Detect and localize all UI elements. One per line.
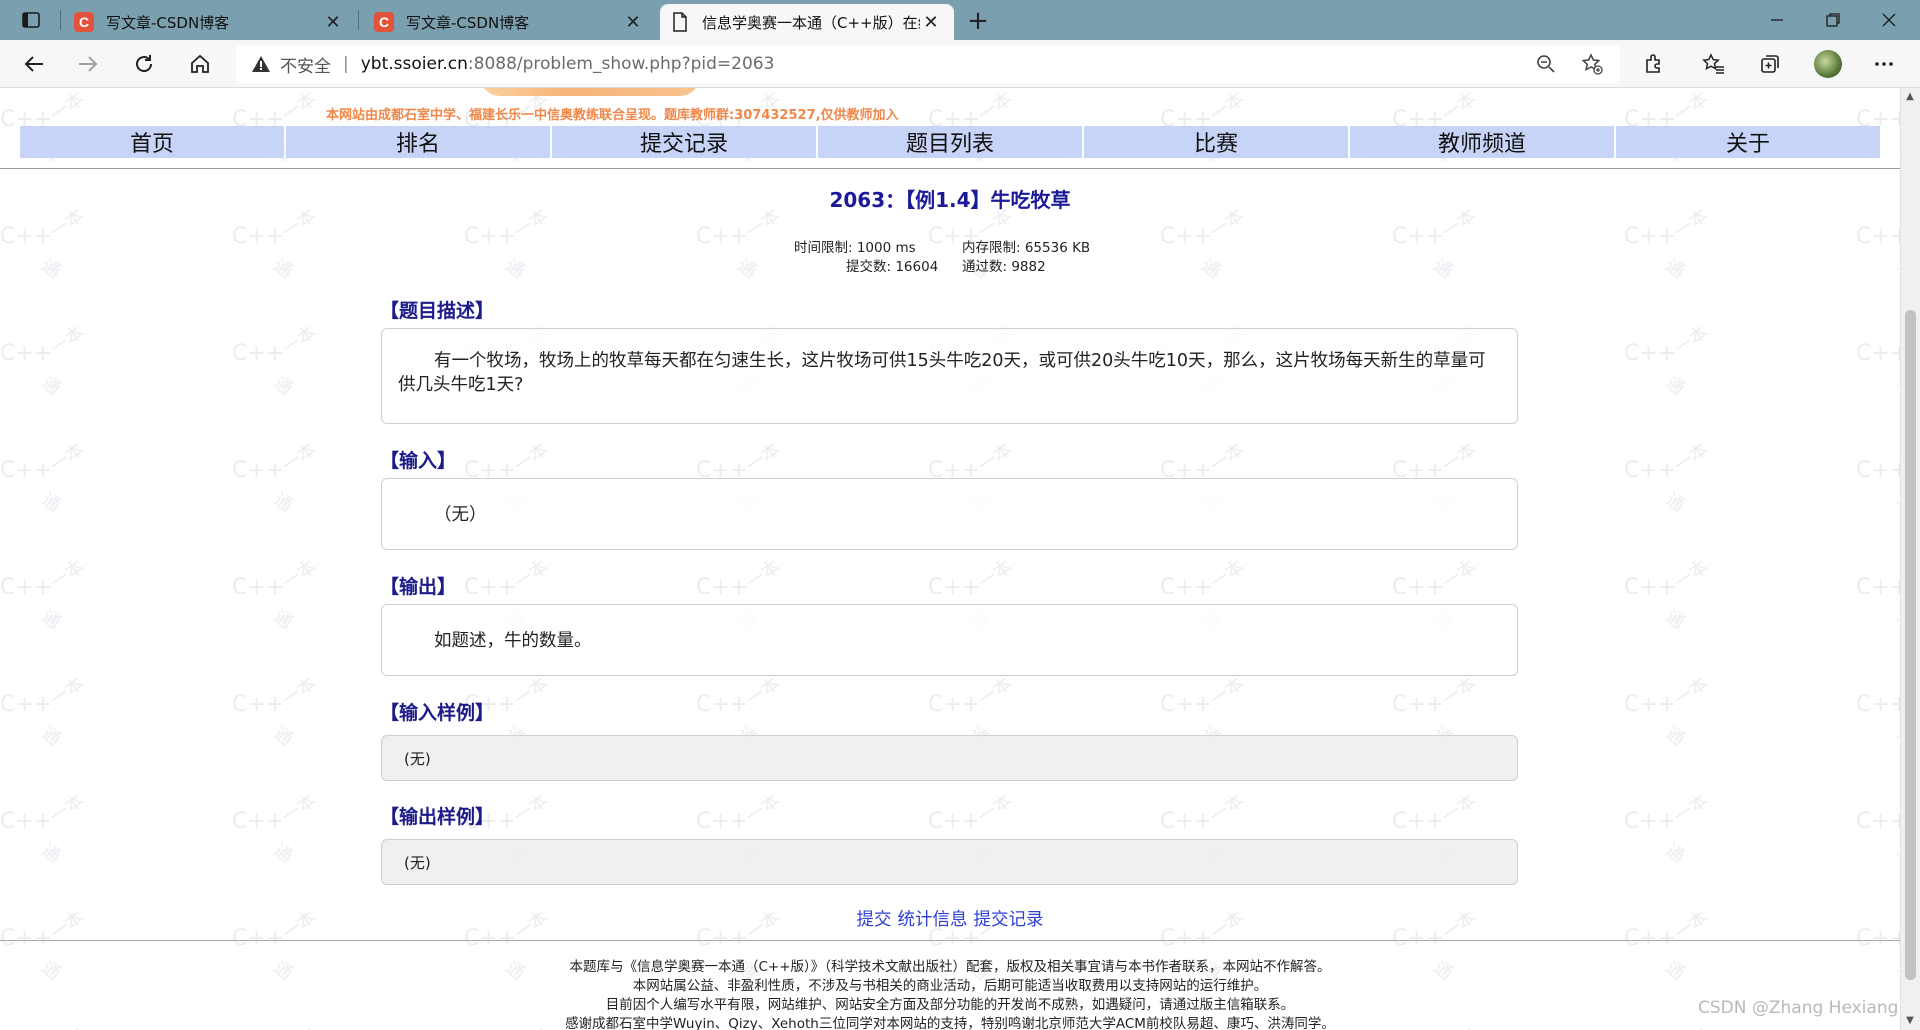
footer-line: 感谢成都石室中学Wuyin、Qizy、Xehoth三位同学对本网站的支持，特别鸣… <box>565 1016 1335 1030</box>
problem-links: 提交 统计信息 提交记录 <box>0 906 1900 931</box>
csdn-watermark-pattern: C++ 一本 通 <box>0 88 1900 1030</box>
sample-output-box[interactable]: (无) <box>381 839 1518 885</box>
input-box: （无） <box>381 478 1518 550</box>
home-icon[interactable] <box>182 46 218 82</box>
sample-output-text: (无) <box>404 853 431 872</box>
description-box: 有一个牧场，牧场上的牧草每天都在匀速生长，这片牧场可供15头牛吃20天，或可供2… <box>381 328 1518 424</box>
menu-item-home[interactable]: 首页 <box>20 126 284 158</box>
footer-divider <box>0 940 1900 941</box>
output-box: 如题述，牛的数量。 <box>381 604 1518 676</box>
extensions-icon[interactable] <box>1634 46 1674 82</box>
menu-item-problems[interactable]: 题目列表 <box>818 126 1082 158</box>
collections-icon[interactable] <box>1750 46 1790 82</box>
more-icon[interactable] <box>1864 46 1904 82</box>
favorites-icon[interactable] <box>1694 46 1734 82</box>
description-text: 有一个牧场，牧场上的牧草每天都在匀速生长，这片牧场可供15头牛吃20天，或可供2… <box>398 351 1486 395</box>
menu-divider <box>0 168 1900 169</box>
time-limit: 时间限制: 1000 ms <box>794 240 916 256</box>
tab-separator <box>358 10 359 30</box>
tab-csdn-1[interactable]: C 写文章-CSDN博客 ✕ <box>62 4 356 40</box>
tab-title: 信息学奥赛一本通（C++版）在线 <box>702 13 920 32</box>
warning-icon <box>252 56 270 72</box>
csdn-icon: C <box>374 12 394 32</box>
add-favorite-icon[interactable] <box>1574 45 1610 83</box>
records-link[interactable]: 提交记录 <box>974 910 1044 930</box>
security-label[interactable]: 不安全 <box>280 52 331 77</box>
menu-item-about[interactable]: 关于 <box>1616 126 1880 158</box>
menu-item-ranking[interactable]: 排名 <box>286 126 550 158</box>
close-icon[interactable]: ✕ <box>622 12 644 33</box>
plus-icon[interactable]: + <box>962 6 994 36</box>
sample-input-box[interactable]: (无) <box>381 735 1518 781</box>
menu-item-contests[interactable]: 比赛 <box>1084 126 1348 158</box>
footer-line: 本题库与《信息学奥赛一本通（C++版）》（科学技术文献出版社）配套，版权及相关事… <box>569 959 1331 975</box>
sample-output-heading: 【输出样例】 <box>380 806 495 828</box>
url-path[interactable]: :8088/problem_show.php?pid=2063 <box>468 54 775 74</box>
submission-count: 提交数: 16604 <box>846 259 939 275</box>
close-icon[interactable]: ✕ <box>322 12 344 33</box>
tab-title: 写文章-CSDN博客 <box>106 13 230 32</box>
page-viewport: C++ 一本 通 本网站由成都石室中学、福建长乐一中信奥教练联合呈现。题库教师群… <box>0 88 1900 1030</box>
csdn-author-watermark: CSDN @Zhang Hexiang <box>1698 998 1899 1018</box>
menu-item-teachers[interactable]: 教师频道 <box>1350 126 1614 158</box>
window-close-icon[interactable] <box>1862 0 1916 40</box>
sample-input-heading: 【输入样例】 <box>380 702 495 724</box>
footer-line: 目前因个人编写水平有限，网站维护、网站安全方面及部分功能的开发尚不成熟，如遇疑问… <box>605 997 1295 1013</box>
tab-strip: C 写文章-CSDN博客 ✕ C 写文章-CSDN博客 ✕ 信息学奥赛一本通（C… <box>0 0 1920 40</box>
menu-item-submissions[interactable]: 提交记录 <box>552 126 816 158</box>
memory-limit: 内存限制: 65536 KB <box>962 240 1091 256</box>
forward-arrow-icon[interactable] <box>70 46 106 82</box>
browser-toolbar: 不安全 | ybt.ssoier.cn:8088/problem_show.ph… <box>0 40 1920 88</box>
document-icon <box>673 12 687 32</box>
site-announcement: 本网站由成都石室中学、福建长乐一中信奥教练联合呈现。题库教师群:30743252… <box>326 108 899 123</box>
tab-title: 写文章-CSDN博客 <box>406 13 530 32</box>
url-host[interactable]: ybt.ssoier.cn <box>361 54 468 74</box>
scroll-up-icon[interactable]: ▲ <box>1904 92 1916 102</box>
zoom-icon[interactable] <box>1528 45 1564 83</box>
accepted-count: 通过数: 9882 <box>962 259 1046 275</box>
output-text: 如题述，牛的数量。 <box>434 631 592 651</box>
tab-csdn-2[interactable]: C 写文章-CSDN博客 ✕ <box>362 4 656 40</box>
scrollbar-thumb[interactable] <box>1905 310 1916 980</box>
profile-avatar[interactable] <box>1808 46 1848 82</box>
footer-line: 本网站属公益、非盈利性质，不涉及与书相关的商业活动，后期可能适当收取费用以支持网… <box>632 978 1268 994</box>
close-icon[interactable]: ✕ <box>920 12 942 33</box>
description-heading: 【题目描述】 <box>380 300 495 322</box>
main-menu: 首页 排名 提交记录 题目列表 比赛 教师频道 关于 <box>20 126 1880 158</box>
tab-separator <box>60 10 61 30</box>
csdn-icon: C <box>74 12 94 32</box>
input-text: （无） <box>434 505 487 525</box>
address-bar[interactable]: 不安全 | ybt.ssoier.cn:8088/problem_show.ph… <box>236 45 1620 83</box>
minimize-icon[interactable] <box>1750 0 1804 40</box>
site-logo <box>480 88 700 96</box>
site-footer: 本题库与《信息学奥赛一本通（C++版）》（科学技术文献出版社）配套，版权及相关事… <box>0 958 1900 1030</box>
problem-title: 2063：【例1.4】牛吃牧草 <box>829 188 1071 212</box>
back-arrow-icon[interactable] <box>16 46 52 82</box>
output-heading: 【输出】 <box>380 576 457 598</box>
sample-input-text: (无) <box>404 749 431 768</box>
input-heading: 【输入】 <box>380 450 457 472</box>
scroll-down-icon[interactable]: ▼ <box>1904 1016 1916 1026</box>
tab-actions-icon[interactable] <box>8 6 54 34</box>
address-divider: | <box>343 54 349 74</box>
tab-ybt-active[interactable]: 信息学奥赛一本通（C++版）在线 ✕ <box>660 4 954 40</box>
submit-link[interactable]: 提交 <box>857 910 892 930</box>
stats-link[interactable]: 统计信息 <box>898 910 968 930</box>
refresh-icon[interactable] <box>126 46 162 82</box>
restore-icon[interactable] <box>1806 0 1860 40</box>
